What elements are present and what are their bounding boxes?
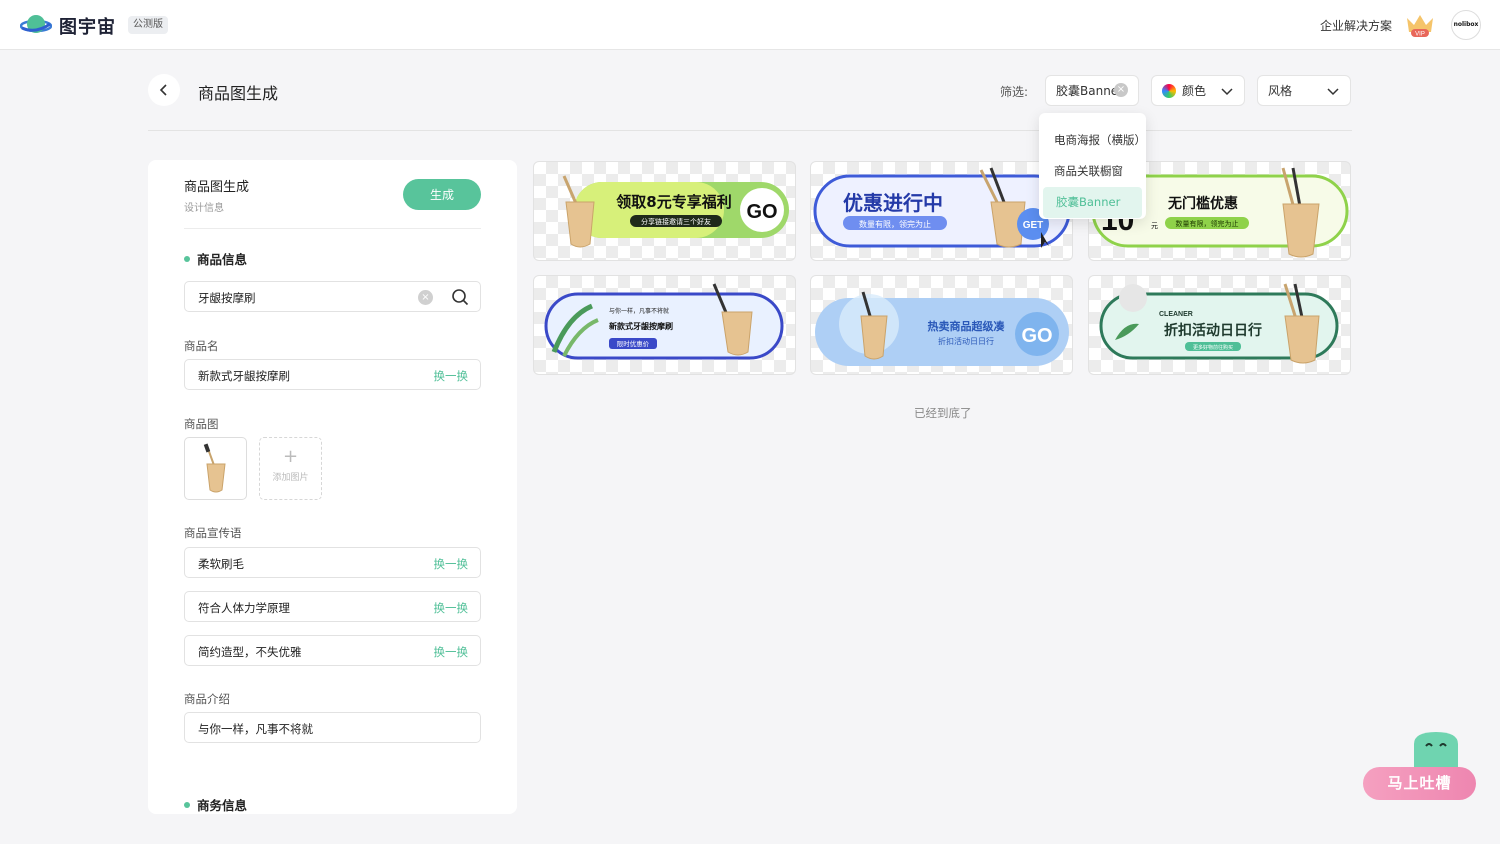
style-filter-label: 风格	[1268, 84, 1293, 98]
vip-crown-icon[interactable]: VIP	[1404, 12, 1436, 38]
clear-filter-icon[interactable]: ×	[1114, 83, 1128, 97]
color-filter-label: 颜色	[1182, 84, 1207, 98]
clear-icon[interactable]: ×	[418, 290, 433, 305]
swap-button[interactable]: 换一换	[434, 368, 469, 384]
chevron-down-icon	[1221, 88, 1233, 96]
product-name-value: 新款式牙龈按摩刷	[198, 369, 290, 383]
dropdown-item-capsule-banner[interactable]: 胶囊Banner	[1043, 187, 1142, 218]
chevron-down-icon	[1327, 88, 1339, 96]
type-dropdown-menu: 电商海报（横版） 商品关联橱窗 胶囊Banner	[1039, 113, 1146, 219]
top-bar: 图宇宙 公测版 企业解决方案 VIP nolibox	[0, 0, 1500, 50]
color-filter-select[interactable]: 颜色	[1151, 75, 1245, 106]
page-title: 商品图生成	[198, 84, 279, 103]
business-info-heading: 商务信息	[184, 795, 247, 814]
user-avatar[interactable]: nolibox	[1451, 10, 1481, 40]
svg-text:GO: GO	[1021, 325, 1052, 347]
search-icon[interactable]	[451, 288, 469, 306]
product-name-label: 商品名	[184, 339, 219, 353]
panel-subtitle: 设计信息	[184, 203, 224, 214]
banner-card-2[interactable]: 优惠进行中 数量有限，领完为止 GET	[810, 161, 1073, 261]
enterprise-solutions-link[interactable]: 企业解决方案	[1320, 17, 1392, 34]
back-button[interactable]	[148, 74, 180, 106]
svg-text:分享链接邀请三个好友: 分享链接邀请三个好友	[641, 217, 711, 226]
logo-text[interactable]: 图宇宙	[59, 13, 116, 39]
feedback-mascot-icon	[1414, 732, 1458, 770]
end-of-list-text: 已经到底了	[914, 406, 972, 420]
svg-text:领取8元专享福利: 领取8元专享福利	[615, 193, 731, 211]
svg-text:限时优惠价: 限时优惠价	[617, 339, 650, 348]
banner-card-5[interactable]: 热卖商品超级凑 折扣活动日日行 GO	[810, 275, 1073, 375]
svg-text:折扣活动日日行: 折扣活动日日行	[938, 336, 994, 346]
product-info-heading: 商品信息	[184, 249, 247, 268]
intro-field[interactable]: 与你一样，凡事不将就	[184, 712, 481, 743]
product-search-input[interactable]: 牙龈按摩刷 ×	[184, 281, 481, 312]
intro-value: 与你一样，凡事不将就	[198, 722, 313, 736]
banner-card-1[interactable]: GO 领取8元专享福利 分享链接邀请三个好友	[533, 161, 796, 261]
slogan-label: 商品宣传语	[184, 526, 242, 540]
toothbrush-cup-image	[203, 443, 226, 493]
color-wheel-icon	[1162, 83, 1176, 98]
svg-text:GET: GET	[1023, 220, 1044, 231]
banner-card-6[interactable]: CLEANER 折扣活动日日行 更多好物前往购买	[1088, 275, 1351, 375]
swap-button[interactable]: 换一换	[434, 556, 469, 572]
slogan-field-1[interactable]: 柔软刷毛 换一换	[184, 547, 481, 578]
beta-badge: 公测版	[128, 16, 168, 34]
generate-button[interactable]: 生成	[403, 179, 481, 210]
add-image-button[interactable]: + 添加图片	[259, 437, 322, 500]
feedback-button[interactable]: 马上吐槽	[1363, 767, 1476, 800]
search-value: 牙龈按摩刷	[198, 291, 256, 305]
svg-text:新款式牙龈按摩刷: 新款式牙龈按摩刷	[609, 321, 673, 331]
swap-button[interactable]: 换一换	[434, 644, 469, 660]
style-filter-select[interactable]: 风格	[1257, 75, 1351, 106]
slogan-value: 简约造型，不失优雅	[198, 645, 302, 659]
plus-icon: +	[282, 446, 299, 467]
product-image-label: 商品图	[184, 417, 219, 431]
svg-text:折扣活动日日行: 折扣活动日日行	[1164, 322, 1262, 339]
dropdown-item-window[interactable]: 商品关联橱窗	[1043, 156, 1142, 187]
svg-text:数量有限，领完为止: 数量有限，领完为止	[859, 219, 931, 229]
svg-text:VIP: VIP	[1415, 32, 1425, 38]
svg-text:更多好物前往购买: 更多好物前往购买	[1193, 344, 1233, 351]
svg-text:CLEANER: CLEANER	[1159, 311, 1193, 318]
product-image-thumbnail[interactable]	[184, 437, 247, 500]
svg-text:元: 元	[1151, 222, 1158, 230]
header-divider	[148, 130, 1352, 131]
product-name-field[interactable]: 新款式牙龈按摩刷 换一换	[184, 359, 481, 390]
design-form-panel: 商品图生成 设计信息 生成 商品信息 牙龈按摩刷 × 商品名 新款式牙龈按摩刷 …	[148, 160, 517, 814]
banner-card-4[interactable]: 与你一样，凡事不将就 新款式牙龈按摩刷 限时优惠价	[533, 275, 796, 375]
svg-text:与你一样，凡事不将就: 与你一样，凡事不将就	[609, 307, 669, 315]
planet-logo-icon	[20, 15, 52, 33]
chevron-left-icon	[159, 84, 167, 96]
slogan-field-3[interactable]: 简约造型，不失优雅 换一换	[184, 635, 481, 666]
add-image-label: 添加图片	[272, 473, 309, 483]
svg-text:优惠进行中: 优惠进行中	[843, 191, 943, 215]
svg-text:热卖商品超级凑: 热卖商品超级凑	[928, 319, 1006, 333]
svg-text:GO: GO	[746, 201, 777, 223]
intro-label: 商品介绍	[184, 692, 230, 706]
slogan-value: 柔软刷毛	[198, 557, 244, 571]
panel-divider	[184, 228, 481, 229]
svg-text:无门槛优惠: 无门槛优惠	[1167, 195, 1238, 212]
filter-label: 筛选:	[1000, 85, 1029, 99]
swap-button[interactable]: 换一换	[434, 600, 469, 616]
svg-text:数量有限，领完为止: 数量有限，领完为止	[1176, 219, 1239, 228]
panel-title: 商品图生成	[184, 180, 250, 195]
dropdown-item-poster[interactable]: 电商海报（横版）	[1043, 125, 1146, 156]
slogan-field-2[interactable]: 符合人体力学原理 换一换	[184, 591, 481, 622]
slogan-value: 符合人体力学原理	[198, 601, 290, 615]
